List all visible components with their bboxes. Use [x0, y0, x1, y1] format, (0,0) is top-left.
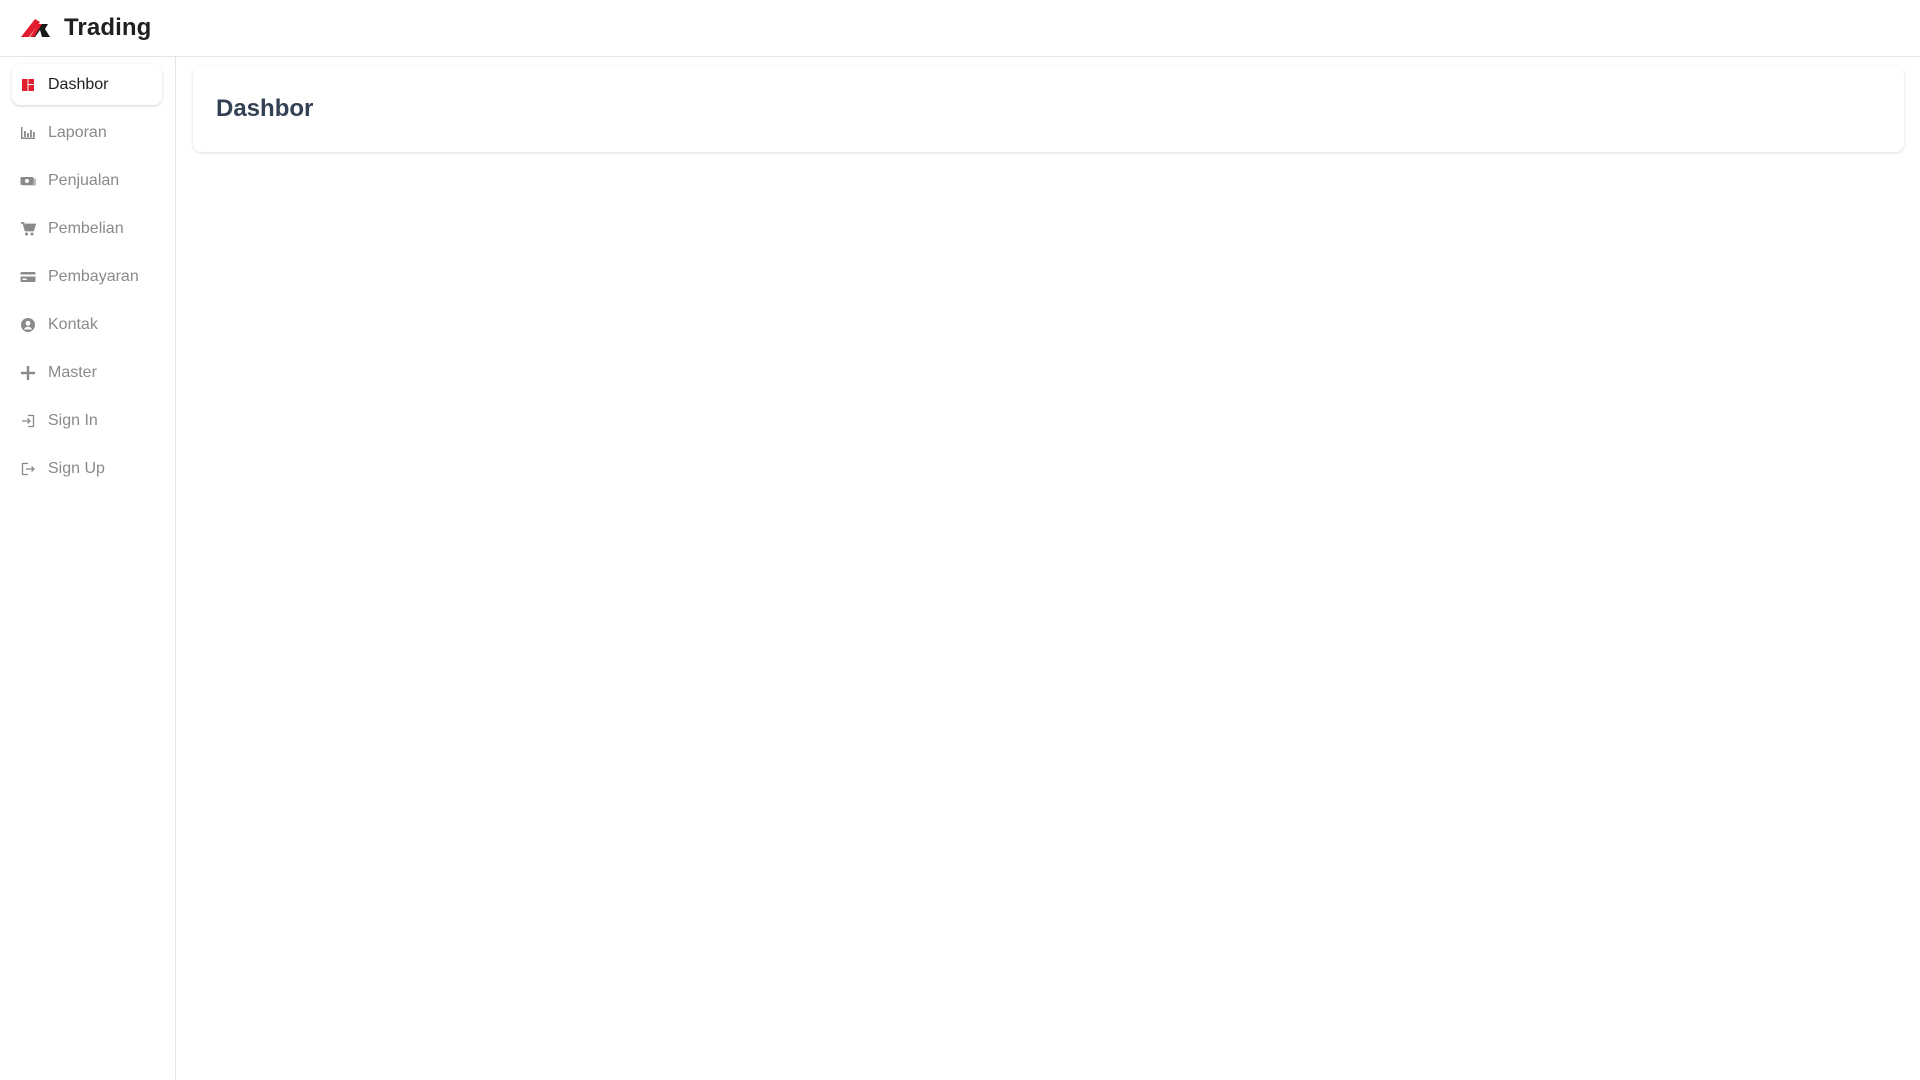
money-icon [20, 173, 36, 189]
sidebar-item-pembayaran[interactable]: Pembayaran [12, 256, 162, 297]
brand-link[interactable]: Trading [21, 14, 151, 42]
sign-up-icon [20, 461, 36, 477]
credit-card-icon [20, 269, 36, 285]
dashboard-icon [20, 77, 36, 93]
sidebar-item-label: Sign In [48, 411, 98, 429]
sidebar: Dashbor Laporan Penjualan Pembelian Pemb… [0, 57, 176, 1080]
sidebar-item-sign-in[interactable]: Sign In [12, 400, 162, 441]
bar-chart-icon [20, 125, 36, 141]
sidebar-item-label: Kontak [48, 315, 98, 333]
sidebar-item-label: Pembelian [48, 219, 124, 237]
top-bar: Trading [0, 0, 1920, 57]
sidebar-item-penjualan[interactable]: Penjualan [12, 160, 162, 201]
sidebar-item-label: Sign Up [48, 459, 105, 477]
sidebar-item-kontak[interactable]: Kontak [12, 304, 162, 345]
sign-in-icon [20, 413, 36, 429]
cart-icon [20, 221, 36, 237]
sidebar-item-label: Dashbor [48, 75, 109, 93]
brand-name: Trading [64, 14, 152, 41]
brand-logo-icon [21, 19, 50, 37]
user-circle-icon [20, 317, 36, 333]
main-content: Dashbor [177, 57, 1920, 1080]
sidebar-item-label: Laporan [48, 123, 107, 141]
sidebar-item-master[interactable]: Master [12, 352, 162, 393]
page-title: Dashbor [216, 95, 314, 122]
sidebar-item-label: Penjualan [48, 171, 120, 189]
sidebar-item-pembelian[interactable]: Pembelian [12, 208, 162, 249]
sidebar-item-sign-up[interactable]: Sign Up [12, 448, 162, 489]
plus-icon [20, 365, 36, 381]
page-header: Dashbor [193, 66, 1904, 152]
sidebar-item-label: Pembayaran [48, 267, 139, 285]
sidebar-item-laporan[interactable]: Laporan [12, 112, 162, 153]
sidebar-item-label: Master [48, 363, 97, 381]
sidebar-item-dashbor[interactable]: Dashbor [12, 64, 162, 105]
